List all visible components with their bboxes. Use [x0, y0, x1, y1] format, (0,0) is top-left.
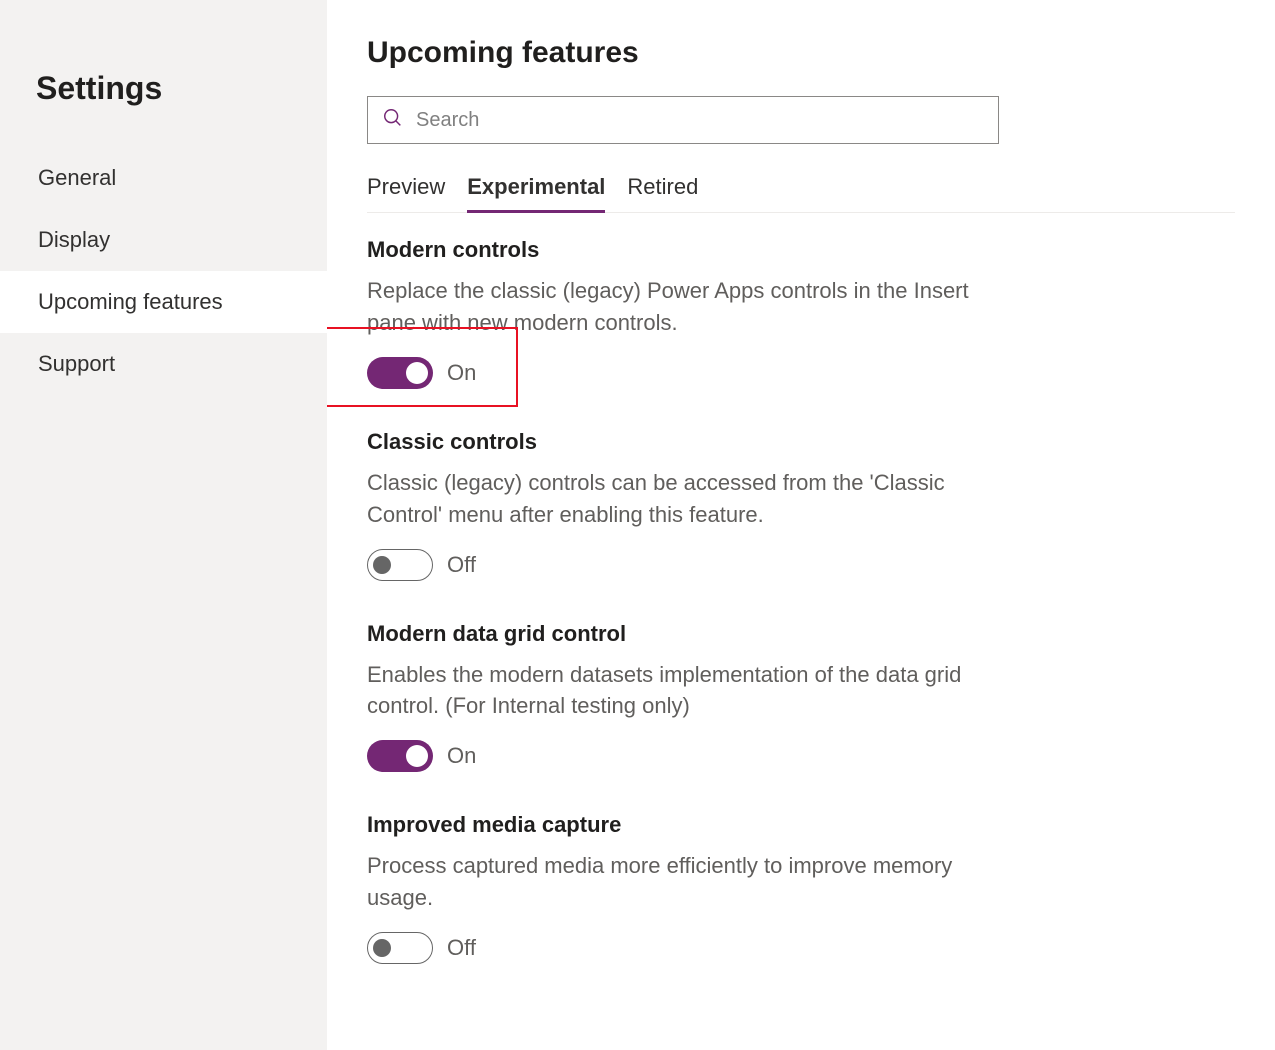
toggle-knob	[373, 556, 391, 574]
feature-description: Classic (legacy) controls can be accesse…	[367, 467, 1007, 531]
toggle-row: Off	[367, 932, 1007, 964]
feature-modern-controls: Modern controls Replace the classic (leg…	[367, 237, 1007, 389]
tab-retired[interactable]: Retired	[627, 174, 698, 212]
feature-title: Modern data grid control	[367, 621, 1007, 647]
toggle-row: Off	[367, 549, 1007, 581]
settings-sidebar: Settings General Display Upcoming featur…	[0, 0, 327, 1050]
feature-description: Enables the modern datasets implementati…	[367, 659, 1007, 723]
sidebar-item-upcoming-features[interactable]: Upcoming features	[0, 271, 327, 333]
toggle-state-label: Off	[447, 935, 476, 961]
sidebar-title: Settings	[0, 50, 327, 147]
main-content: Upcoming features Preview Experimental R…	[327, 0, 1275, 1050]
toggle-knob	[406, 745, 428, 767]
feature-modern-data-grid: Modern data grid control Enables the mod…	[367, 621, 1007, 773]
search-input[interactable]	[416, 109, 984, 132]
toggle-row: On	[367, 357, 1007, 389]
tab-experimental[interactable]: Experimental	[467, 174, 605, 212]
toggle-modern-controls[interactable]	[367, 357, 433, 389]
toggle-row: On	[367, 740, 1007, 772]
search-container[interactable]	[367, 96, 999, 144]
toggle-knob	[406, 362, 428, 384]
feature-title: Improved media capture	[367, 812, 1007, 838]
toggle-modern-data-grid[interactable]	[367, 740, 433, 772]
feature-description: Replace the classic (legacy) Power Apps …	[367, 275, 1007, 339]
feature-description: Process captured media more efficiently …	[367, 850, 1007, 914]
toggle-improved-media-capture[interactable]	[367, 932, 433, 964]
feature-classic-controls: Classic controls Classic (legacy) contro…	[367, 429, 1007, 581]
toggle-state-label: On	[447, 743, 476, 769]
feature-improved-media-capture: Improved media capture Process captured …	[367, 812, 1007, 964]
tabs: Preview Experimental Retired	[367, 174, 1235, 213]
toggle-classic-controls[interactable]	[367, 549, 433, 581]
sidebar-item-support[interactable]: Support	[0, 333, 327, 395]
toggle-state-label: On	[447, 360, 476, 386]
page-title: Upcoming features	[367, 36, 1235, 70]
tab-preview[interactable]: Preview	[367, 174, 445, 212]
feature-title: Modern controls	[367, 237, 1007, 263]
feature-title: Classic controls	[367, 429, 1007, 455]
sidebar-item-general[interactable]: General	[0, 147, 327, 209]
search-icon	[382, 107, 404, 134]
toggle-state-label: Off	[447, 552, 476, 578]
toggle-knob	[373, 939, 391, 957]
sidebar-item-display[interactable]: Display	[0, 209, 327, 271]
